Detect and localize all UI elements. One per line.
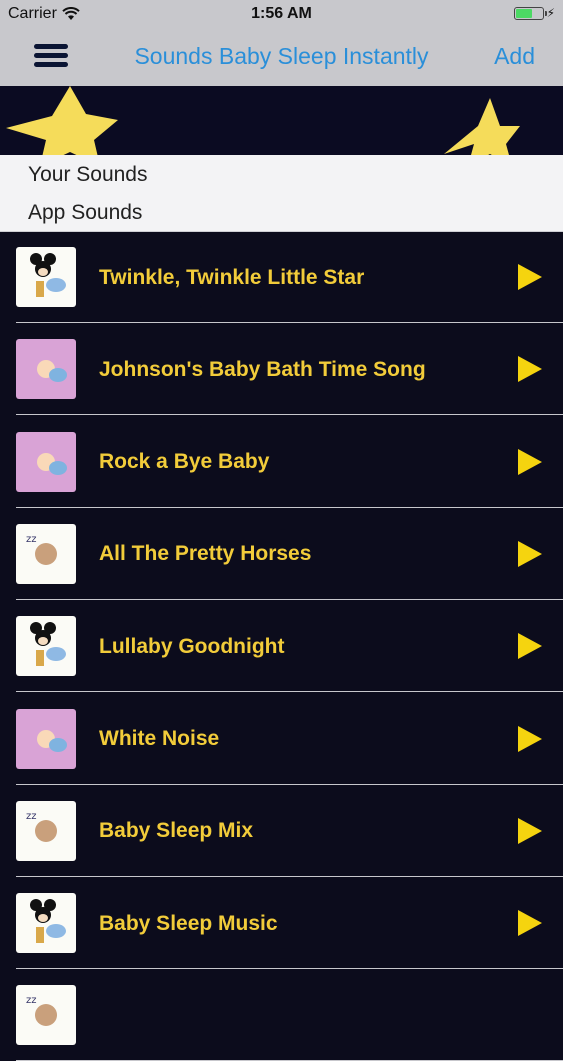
- status-time: 1:56 AM: [251, 5, 312, 22]
- baby-moon-pink-thumbnail: [16, 431, 76, 492]
- sound-row[interactable]: Johnson's Baby Bath Time Song: [0, 323, 563, 416]
- page-title: Sounds Baby Sleep Instantly: [134, 43, 429, 69]
- sound-title: Lullaby Goodnight: [99, 634, 285, 658]
- sleeping-baby-moon-thumbnail: zz: [16, 523, 76, 584]
- sound-title: Baby Sleep Music: [99, 911, 278, 935]
- sound-row[interactable]: Rock a Bye Baby: [0, 416, 563, 508]
- baby-moon-pink-thumbnail: [16, 339, 76, 400]
- play-icon[interactable]: [518, 633, 542, 660]
- sound-title: Rock a Bye Baby: [99, 450, 270, 474]
- battery-indicator: ⚡: [513, 6, 555, 20]
- svg-text:zz: zz: [26, 534, 37, 545]
- sound-title: Johnson's Baby Bath Time Song: [99, 357, 426, 381]
- star-shape-right: [444, 98, 520, 155]
- mouse-moon-thumbnail: [16, 616, 76, 677]
- app-sounds-option[interactable]: App Sounds: [28, 201, 142, 225]
- add-button[interactable]: Add: [494, 43, 535, 70]
- sound-row[interactable]: zz Baby Sleep Mix: [0, 785, 563, 877]
- status-bar: Carrier 1:56 AM ⚡: [0, 0, 563, 28]
- sound-title: Baby Sleep Mix: [99, 819, 254, 843]
- sound-row[interactable]: Lullaby Goodnight: [0, 600, 563, 693]
- sound-row[interactable]: White Noise: [0, 693, 563, 785]
- stars-illustration: [6, 86, 520, 155]
- sound-row[interactable]: zz: [0, 969, 563, 1061]
- play-icon[interactable]: [518, 540, 542, 567]
- mouse-moon-thumbnail: [16, 247, 76, 307]
- baby-moon-pink-thumbnail: [16, 708, 76, 769]
- sound-title: All The Pretty Horses: [99, 542, 312, 566]
- sleeping-baby-moon-thumbnail: zz: [16, 985, 76, 1046]
- play-icon[interactable]: [518, 264, 542, 290]
- battery-icon: [513, 6, 547, 20]
- svg-text:zz: zz: [26, 995, 37, 1006]
- star-banner: [0, 86, 563, 155]
- navigation-bar: Sounds Baby Sleep Instantly Add: [0, 28, 563, 87]
- charging-bolt-icon: ⚡: [546, 6, 555, 20]
- play-icon[interactable]: [518, 725, 542, 752]
- sound-source-selector: Your Sounds App Sounds: [0, 155, 563, 232]
- play-icon[interactable]: [518, 356, 542, 383]
- sound-row[interactable]: Baby Sleep Music: [0, 877, 563, 970]
- svg-text:zz: zz: [26, 811, 37, 822]
- play-icon[interactable]: [518, 448, 542, 475]
- sound-row[interactable]: zz All The Pretty Horses: [0, 508, 563, 600]
- sleeping-baby-moon-thumbnail: zz: [16, 800, 76, 861]
- sound-title: Twinkle, Twinkle Little Star: [99, 265, 365, 289]
- your-sounds-option[interactable]: Your Sounds: [28, 163, 148, 187]
- star-shape-left: [6, 86, 118, 155]
- mouse-moon-thumbnail: [16, 893, 76, 954]
- sound-title: White Noise: [99, 727, 220, 750]
- play-icon[interactable]: [518, 817, 542, 844]
- sound-row[interactable]: Twinkle, Twinkle Little Star: [0, 231, 563, 323]
- play-icon[interactable]: [518, 910, 542, 937]
